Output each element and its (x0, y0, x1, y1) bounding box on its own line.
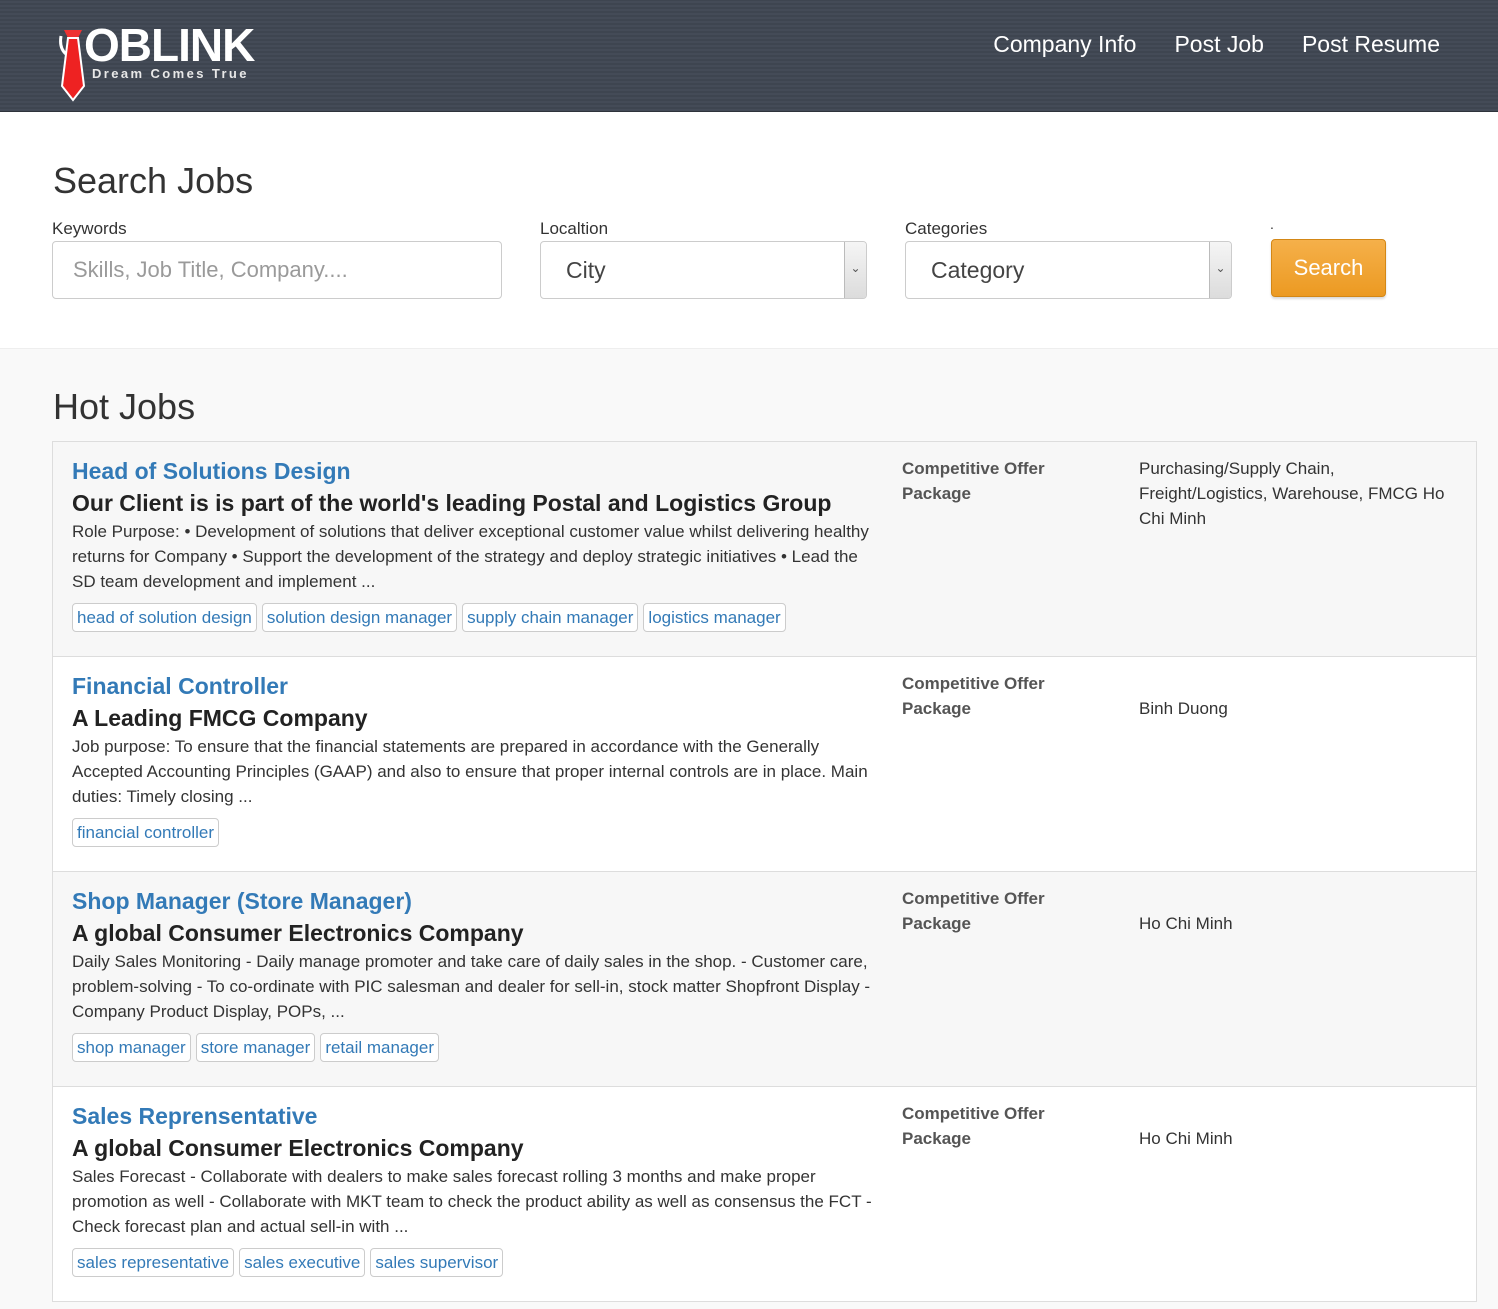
job-tag[interactable]: sales supervisor (370, 1248, 504, 1277)
job-salary: Competitive Offer Package (902, 459, 1045, 503)
main-nav: Company Info Post Job Post Resume (993, 30, 1440, 58)
job-description: Sales Forecast - Collaborate with dealer… (72, 1167, 872, 1236)
job-title-link[interactable]: Shop Manager (Store Manager) (72, 888, 412, 915)
job-salary: Competitive Offer Package (902, 674, 1045, 718)
job-tags: financial controller (72, 818, 220, 847)
job-tags: head of solution design solution design … (72, 603, 786, 632)
job-item: Head of Solutions Design Our Client is i… (53, 442, 1476, 657)
logo-tagline: Dream Comes True (92, 66, 249, 81)
search-section: Search Jobs Keywords Localtion City ⌄ Ca… (0, 112, 1498, 349)
chevron-down-icon: ⌄ (1209, 242, 1231, 298)
job-tag[interactable]: shop manager (72, 1033, 191, 1062)
job-description: Role Purpose: • Development of solutions… (72, 522, 869, 591)
job-tag[interactable]: head of solution design (72, 603, 257, 632)
keywords-input[interactable] (52, 241, 502, 299)
job-tag[interactable]: solution design manager (261, 603, 458, 632)
job-item: Shop Manager (Store Manager) A global Co… (53, 872, 1476, 1087)
category-select-value: Category (931, 257, 1025, 283)
job-company: A global Consumer Electronics Company (72, 920, 524, 946)
location-label: Localtion (540, 219, 609, 238)
job-company: Our Client is is part of the world's lea… (72, 490, 832, 516)
location-select[interactable]: City ⌄ (540, 241, 867, 299)
job-tag[interactable]: sales executive (239, 1248, 366, 1277)
nav-company-info[interactable]: Company Info (993, 30, 1136, 58)
search-button[interactable]: Search (1271, 239, 1386, 297)
search-title: Search Jobs (53, 160, 254, 201)
job-tag[interactable]: logistics manager (643, 603, 786, 632)
job-company: A global Consumer Electronics Company (72, 1135, 524, 1161)
hot-jobs-title: Hot Jobs (53, 386, 196, 427)
job-tag[interactable]: store manager (195, 1033, 316, 1062)
job-location: Ho Chi Minh (1139, 914, 1233, 933)
job-company: A Leading FMCG Company (72, 705, 368, 731)
job-title-link[interactable]: Financial Controller (72, 673, 288, 700)
job-location: Purchasing/Supply Chain, Freight/Logisti… (1139, 459, 1445, 528)
job-salary: Competitive Offer Package (902, 1104, 1045, 1148)
chevron-down-icon: ⌄ (844, 242, 866, 298)
job-tag[interactable]: sales representative (72, 1248, 235, 1277)
hot-jobs-list: Head of Solutions Design Our Client is i… (52, 441, 1477, 1302)
job-tag[interactable]: financial controller (72, 818, 220, 847)
nav-post-resume[interactable]: Post Resume (1302, 30, 1440, 58)
job-description: Daily Sales Monitoring - Daily manage pr… (72, 952, 871, 1021)
location-select-value: City (566, 257, 606, 283)
category-select[interactable]: Category ⌄ (905, 241, 1232, 299)
job-location: Binh Duong (1139, 699, 1228, 718)
job-description: Job purpose: To ensure that the financia… (72, 737, 868, 806)
keywords-label: Keywords (52, 219, 127, 238)
nav-post-job[interactable]: Post Job (1174, 30, 1264, 58)
job-location: Ho Chi Minh (1139, 1129, 1233, 1148)
job-item: Financial Controller A Leading FMCG Comp… (53, 657, 1476, 872)
job-salary: Competitive Offer Package (902, 889, 1045, 933)
job-tag[interactable]: supply chain manager (462, 603, 639, 632)
job-tag[interactable]: retail manager (320, 1033, 439, 1062)
job-title-link[interactable]: Head of Solutions Design (72, 458, 351, 485)
site-logo[interactable]: OBLINK Dream Comes True (58, 19, 278, 102)
logo-text: OBLINK (84, 19, 255, 71)
top-navbar: OBLINK Dream Comes True Company Info Pos… (0, 0, 1498, 112)
categories-label: Categories (905, 219, 988, 238)
button-spacer-label: . (1270, 216, 1274, 232)
job-title-link[interactable]: Sales Reprensentative (72, 1103, 317, 1130)
job-tags: shop manager store manager retail manage… (72, 1033, 439, 1062)
job-item: Sales Reprensentative A global Consumer … (53, 1087, 1476, 1302)
job-tags: sales representative sales executive sal… (72, 1248, 504, 1277)
